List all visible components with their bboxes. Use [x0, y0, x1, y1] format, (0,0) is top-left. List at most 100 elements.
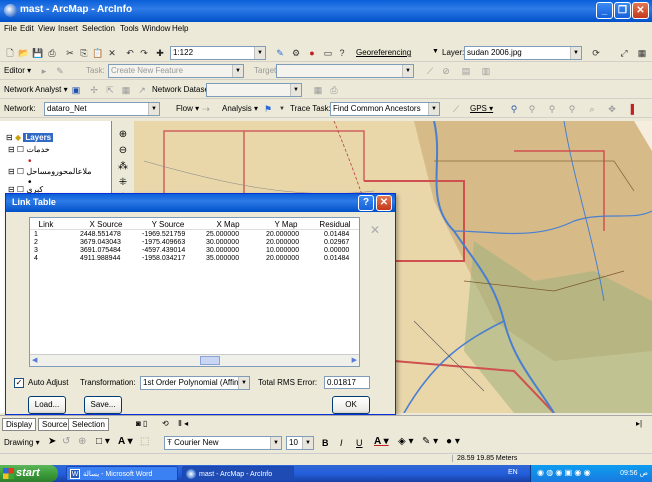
task-arcmap[interactable]: mast - ArcMap - ArcInfo — [182, 466, 294, 481]
arctoolbox-red-icon[interactable]: ● — [306, 47, 318, 59]
flag-dropdown-icon[interactable]: ▼ — [276, 103, 288, 115]
solve-icon[interactable]: ▦ — [312, 84, 324, 96]
view-link-table-icon[interactable]: ▦ — [636, 47, 648, 59]
rotate-icon[interactable]: ⟳ — [590, 47, 602, 59]
save-icon[interactable]: 💾 — [32, 47, 44, 59]
table-row[interactable]: 4 4911.988944 -1958.034217 35.000000 20.… — [30, 255, 359, 263]
marker-color-icon[interactable]: ● ▾ — [446, 436, 460, 447]
auto-adjust-checkbox[interactable]: ✓ — [14, 378, 24, 388]
col-residual[interactable]: Residual — [314, 220, 356, 229]
add-control-points-icon[interactable]: ⤢ — [618, 47, 630, 59]
language-indicator[interactable]: EN — [508, 469, 518, 476]
col-y-source[interactable]: Y Source — [140, 220, 196, 229]
split-icon[interactable]: ⊘ — [440, 65, 452, 77]
font-combo[interactable]: Ŧ Courier New ▼ — [164, 436, 282, 450]
menu-help[interactable]: Help — [172, 24, 188, 33]
gps-pan-icon[interactable]: ✥ — [606, 103, 618, 115]
map-scroll-right-icon[interactable]: ▸| — [636, 419, 642, 428]
col-x-source[interactable]: X Source — [78, 220, 134, 229]
toc-layer-item[interactable]: ⊟ ☐ خدمات — [8, 145, 50, 154]
save-button[interactable]: Save... — [84, 396, 122, 414]
network-dataset-combo[interactable]: ▼ — [206, 83, 302, 97]
gps-icon[interactable]: ⚲ — [508, 103, 520, 115]
create-network-location-icon[interactable]: ✢ — [88, 84, 100, 96]
select-move-icon[interactable]: ⇱ — [104, 84, 116, 96]
toc-layers-root[interactable]: ⊟ ◆ Layers — [6, 133, 54, 142]
menu-selection[interactable]: Selection — [82, 24, 115, 33]
ok-button[interactable]: OK — [332, 396, 370, 414]
table-row[interactable]: 1 2448.551478 -1969.521759 25.000000 20.… — [30, 231, 359, 239]
table-row[interactable]: 3 3691.075484 -4597.439014 30.000000 10.… — [30, 247, 359, 255]
delete-link-icon[interactable]: ✕ — [370, 223, 380, 237]
network-analyst-window-icon[interactable]: ▣ — [70, 84, 82, 96]
tray-icons[interactable]: ◉ ◍ ◉ ▣ ◉ ◉ — [537, 468, 591, 477]
network-combo[interactable]: dataro_Net ▼ — [44, 102, 160, 116]
gps-pos-icon[interactable]: ⚲ — [546, 103, 558, 115]
flow-menu[interactable]: Flow ▾ — [176, 104, 199, 113]
fixed-zoom-in-icon[interactable]: ⁂ — [117, 161, 129, 173]
dialog-close-button[interactable]: ✕ — [376, 195, 392, 211]
new-text-icon[interactable]: A ▾ — [118, 436, 133, 447]
rectangle-icon[interactable]: □ ▾ — [96, 436, 110, 447]
add-data-icon[interactable]: ✚ — [154, 47, 166, 59]
sketch-tool-icon[interactable]: ✎ — [54, 65, 66, 77]
edit-sketch-icon[interactable]: ⟋ — [424, 65, 436, 77]
tab-display[interactable]: Display — [2, 418, 37, 431]
col-x-map[interactable]: X Map — [200, 220, 256, 229]
task-combo[interactable]: Create New Feature ▼ — [108, 64, 244, 78]
close-button[interactable]: ✕ — [632, 2, 649, 19]
target-combo[interactable]: ▼ — [276, 64, 414, 78]
pause-icon[interactable]: Ⅱ ◂ — [178, 419, 188, 428]
analysis-menu[interactable]: Analysis ▾ — [222, 104, 258, 113]
select-elements-icon[interactable]: ➤ — [48, 436, 56, 447]
underline-button[interactable]: U — [356, 438, 363, 448]
menu-window[interactable]: Window — [142, 24, 170, 33]
redo-icon[interactable]: ↷ — [138, 47, 150, 59]
delete-icon[interactable]: ✕ — [106, 47, 118, 59]
edit-tool-icon[interactable]: ▸ — [38, 65, 50, 77]
menu-file[interactable]: File — [4, 24, 17, 33]
menu-view[interactable]: View — [38, 24, 55, 33]
table-row[interactable]: 2 3679.043043 -1975.409663 30.000000 20.… — [30, 239, 359, 247]
italic-button[interactable]: I — [340, 438, 343, 448]
whats-this-icon[interactable]: ? — [336, 47, 348, 59]
layer-combo[interactable]: sudan 2006.jpg ▼ — [464, 46, 582, 60]
cut-icon[interactable]: ✂ — [64, 47, 76, 59]
command-line-icon[interactable]: ▭ — [322, 47, 334, 59]
gps-track-icon[interactable]: ⚲ — [566, 103, 578, 115]
trace-task-combo[interactable]: Find Common Ancestors ▼ — [330, 102, 440, 116]
edit-vertices-icon[interactable]: ⬚ — [140, 436, 149, 447]
zoom-in-icon[interactable]: ⊕ — [117, 129, 129, 141]
copy-icon[interactable]: ⎘ — [78, 47, 90, 59]
new-icon[interactable]: 🗋 — [4, 47, 16, 59]
dialog-help-button[interactable]: ? — [358, 195, 374, 211]
editor-menu[interactable]: Editor ▾ — [4, 66, 31, 75]
attributes-icon[interactable]: ▤ — [460, 65, 472, 77]
georef-dropdown-arrow[interactable]: ▼ — [432, 48, 439, 55]
rotate-element-icon[interactable]: ↺ — [62, 436, 70, 447]
font-size-combo[interactable]: 10 ▼ — [286, 436, 314, 450]
start-button[interactable]: start — [0, 465, 58, 482]
col-link[interactable]: Link — [36, 220, 56, 229]
font-color-icon[interactable]: A ▾ — [374, 436, 389, 447]
data-view-icon[interactable]: ◙ ▯ — [136, 419, 147, 428]
fill-color-icon[interactable]: ◈ ▾ — [398, 436, 414, 447]
arctoolbox-icon[interactable]: ⚙ — [290, 47, 302, 59]
sketch-props-icon[interactable]: ▥ — [480, 65, 492, 77]
solve-trace-icon[interactable]: ⟋ — [450, 103, 462, 115]
flow-arrows-icon[interactable]: ⇢ — [200, 103, 212, 115]
zoom-whole-page-icon[interactable]: ⊕ — [78, 436, 86, 447]
horizontal-scrollbar[interactable]: ◀ ▶ — [30, 354, 359, 366]
scale-combo[interactable]: 1:122 ▼ — [170, 46, 266, 60]
col-y-map[interactable]: Y Map — [258, 220, 314, 229]
drawing-menu[interactable]: Drawing ▾ — [4, 438, 40, 447]
tab-selection[interactable]: Selection — [68, 418, 109, 431]
fixed-zoom-out-icon[interactable]: ⁜ — [117, 177, 129, 189]
menu-insert[interactable]: Insert — [58, 24, 78, 33]
scroll-right-icon[interactable]: ▶ — [352, 356, 357, 364]
add-junction-flag-icon[interactable]: ⚑ — [262, 103, 274, 115]
bold-button[interactable]: B — [322, 438, 329, 448]
georeferencing-menu[interactable]: Georeferencing — [356, 48, 411, 57]
scroll-left-icon[interactable]: ◀ — [32, 356, 37, 364]
transformation-combo[interactable]: 1st Order Polynomial (Affine) ▼ — [140, 376, 250, 390]
